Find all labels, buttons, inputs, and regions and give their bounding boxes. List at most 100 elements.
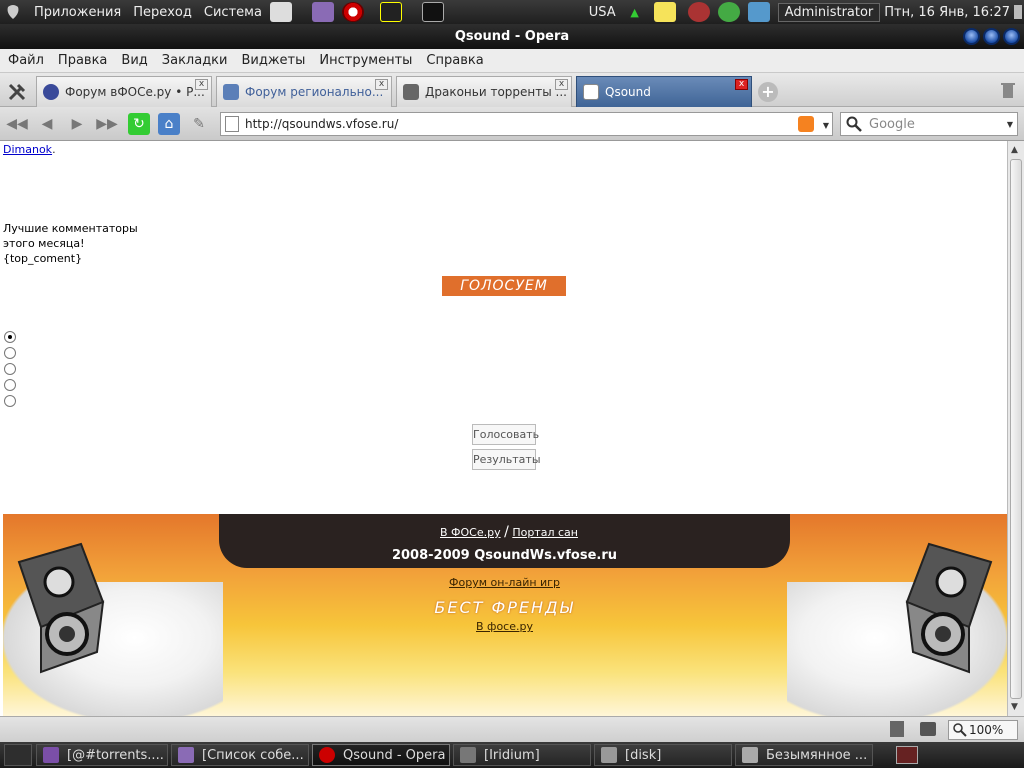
volume-icon[interactable] <box>1014 5 1022 19</box>
link-forum[interactable]: Форум он-лайн игр <box>449 576 560 589</box>
top-commentators: Лучшие комментаторы этого месяца! {top_c… <box>3 221 138 266</box>
taskbar-button[interactable]: Безымянное ... <box>735 744 873 766</box>
commentators-heading-1: Лучшие комментаторы <box>3 222 138 235</box>
address-url: http://qsoundws.vfose.ru/ <box>245 117 399 131</box>
tab-forum-regional[interactable]: Форум регионально... x <box>216 76 392 107</box>
site-footer: В ФОСе.ру / Портал сан 2008-2009 QsoundW… <box>3 514 1007 716</box>
forward-button[interactable]: ▶ <box>66 113 88 135</box>
camera-icon <box>742 747 758 763</box>
vertical-scrollbar[interactable]: ▲ ▼ <box>1007 141 1024 716</box>
close-tab-icon[interactable]: x <box>375 79 388 90</box>
menu-widgets[interactable]: Виджеты <box>234 53 312 68</box>
tab-label: Форум регионально... <box>245 85 384 99</box>
dimanok-link[interactable]: Dimanok <box>3 143 52 156</box>
tab-label: Qsound <box>605 85 651 99</box>
fose-link-row: В фосе.ру <box>219 620 790 633</box>
pidgin-icon[interactable] <box>311 2 334 22</box>
zoom-value: 100% <box>969 723 1004 737</box>
results-button[interactable]: Результаты <box>472 449 541 470</box>
show-desktop-button[interactable] <box>4 744 32 766</box>
search-dropdown-icon[interactable]: ▼ <box>1007 120 1013 129</box>
vote-button[interactable]: Голосовать <box>472 424 539 445</box>
menu-system[interactable]: Система <box>200 5 266 20</box>
network-icon[interactable] <box>717 2 740 22</box>
keyboard-layout[interactable]: USA <box>589 5 616 20</box>
close-tab-icon[interactable]: x <box>555 79 568 90</box>
turbo-icon[interactable] <box>890 721 904 737</box>
rss-icon[interactable] <box>798 116 814 132</box>
menu-bookmarks[interactable]: Закладки <box>155 53 235 68</box>
link-fose[interactable]: В фосе.ру <box>476 620 533 633</box>
menu-places[interactable]: Переход <box>129 5 196 20</box>
status-bar: 100% <box>0 716 1024 742</box>
zoom-control[interactable]: 100% <box>948 720 1018 740</box>
poll-option-radio[interactable] <box>4 347 16 359</box>
tab-dragon-torrents[interactable]: Драконьи торренты ... x <box>396 76 572 107</box>
taskbar-button[interactable]: [disk] <box>594 744 732 766</box>
maximize-button[interactable] <box>983 28 1000 45</box>
window-titlebar[interactable]: Qsound - Opera <box>0 24 1024 49</box>
commentators-heading-2: этого месяца! <box>3 237 85 250</box>
best-friends-heading: БЕСТ ФРЕНДЫ <box>434 598 575 617</box>
reload-icon[interactable]: ↻ <box>128 113 150 135</box>
taskbar-button[interactable]: Qsound - Opera <box>312 744 450 766</box>
address-dropdown-icon[interactable]: ▼ <box>823 121 829 130</box>
mail-clock-icon[interactable] <box>269 2 292 22</box>
panel-clock[interactable]: Птн, 16 Янв, 16:27 <box>884 5 1010 20</box>
speaker-icon <box>11 542 105 682</box>
tools-icon[interactable] <box>4 81 30 103</box>
tab-forum-vfose[interactable]: Форум вФОСе.ру • Р... x <box>36 76 212 107</box>
taskbar-button[interactable]: [@#torrents.... <box>36 744 168 766</box>
link-portal[interactable]: Портал сан <box>512 526 578 539</box>
address-field[interactable]: http://qsoundws.vfose.ru/ ▼ <box>220 112 833 136</box>
menu-tools[interactable]: Инструменты <box>312 53 419 68</box>
close-tab-icon[interactable]: x <box>735 79 748 90</box>
poll-option-radio[interactable] <box>4 379 16 391</box>
camera-icon[interactable] <box>920 722 936 736</box>
dragon-favicon <box>403 84 419 100</box>
scroll-down-icon[interactable]: ▼ <box>1011 702 1018 712</box>
tab-label: Форум вФОСе.ру • Р... <box>65 85 205 99</box>
poll-option-radio[interactable] <box>4 363 16 375</box>
gnome-foot-icon[interactable] <box>0 0 26 24</box>
close-window-button[interactable] <box>1003 28 1020 45</box>
tab-qsound[interactable]: Qsound x <box>576 76 752 107</box>
running-man-icon[interactable]: ▲ <box>624 2 646 22</box>
close-tab-icon[interactable]: x <box>195 79 208 90</box>
page-icon <box>225 116 239 132</box>
minimize-button[interactable] <box>963 28 980 45</box>
menu-applications[interactable]: Приложения <box>30 5 125 20</box>
new-tab-button[interactable]: + <box>758 82 778 102</box>
trash-icon[interactable] <box>1000 81 1016 99</box>
speaker-icon <box>905 542 999 682</box>
scroll-up-icon[interactable]: ▲ <box>1011 145 1018 155</box>
menu-edit[interactable]: Правка <box>51 53 114 68</box>
menu-view[interactable]: Вид <box>114 53 154 68</box>
terminal-icon[interactable] <box>421 2 444 22</box>
tux-icon[interactable] <box>379 2 402 22</box>
link-vfose[interactable]: В ФОСе.ру <box>440 526 501 539</box>
home-icon[interactable]: ⌂ <box>158 113 180 135</box>
workspace-switcher-icon[interactable] <box>896 746 918 764</box>
taskbar-button[interactable]: [Iridium] <box>453 744 591 766</box>
back-button[interactable]: ◀ <box>36 113 58 135</box>
taskbar-button[interactable]: [Список собе... <box>171 744 309 766</box>
fast-forward-button[interactable]: ▶▶ <box>96 113 118 135</box>
rewind-button[interactable]: ◀◀ <box>6 113 28 135</box>
opera-tray-icon[interactable] <box>687 2 710 22</box>
opera-icon[interactable] <box>341 2 364 22</box>
poll-option-radio[interactable] <box>4 395 16 407</box>
search-icon <box>846 116 862 136</box>
computer-icon[interactable] <box>747 2 770 22</box>
tab-label: Драконьи торренты ... <box>425 85 567 99</box>
poll-option-radio[interactable] <box>4 331 16 343</box>
menu-file[interactable]: Файл <box>0 53 51 68</box>
edit-icon[interactable]: ✎ <box>188 113 210 135</box>
menu-help[interactable]: Справка <box>419 53 490 68</box>
notes-icon[interactable] <box>653 2 676 22</box>
user-name[interactable]: Administrator <box>777 2 881 22</box>
search-field[interactable]: Google ▼ <box>840 112 1018 136</box>
scroll-thumb[interactable] <box>1010 159 1022 699</box>
iridium-icon <box>460 747 476 763</box>
viber-icon <box>43 747 59 763</box>
